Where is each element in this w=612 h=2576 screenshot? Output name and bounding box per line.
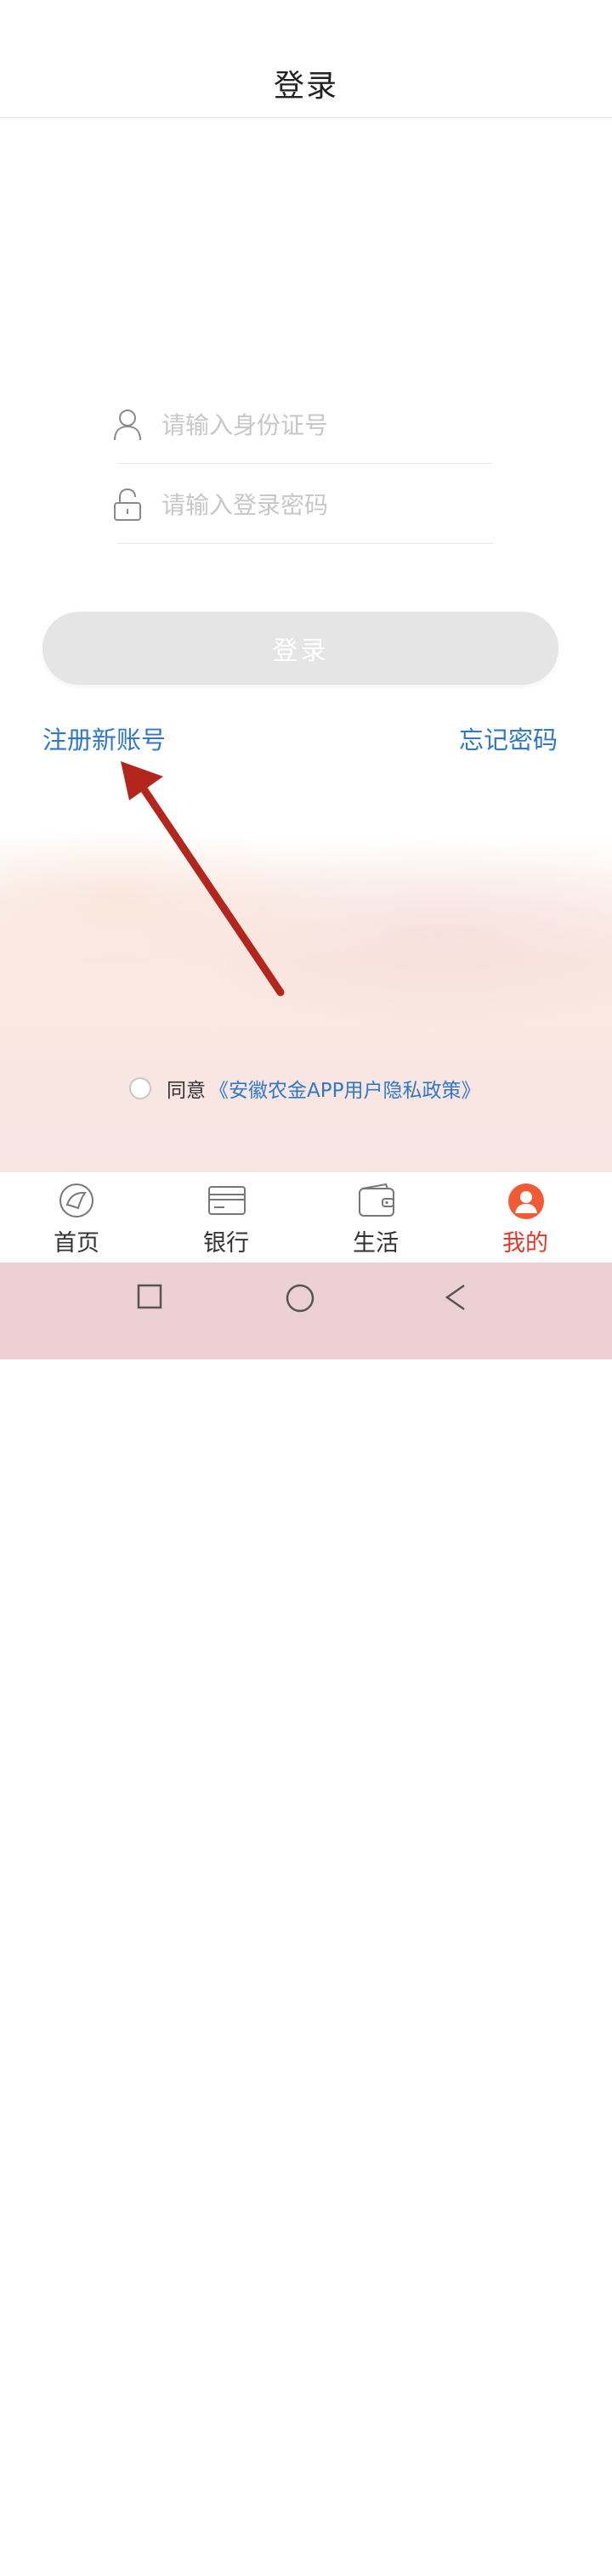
user-icon	[112, 408, 143, 442]
profile-icon	[508, 1183, 544, 1219]
password-field-divider	[117, 543, 493, 544]
id-field-divider	[117, 463, 493, 464]
annotation-arrow-icon	[121, 761, 285, 997]
tab-bank[interactable]: 银行	[150, 1172, 303, 1263]
card-icon	[208, 1186, 246, 1215]
password-field	[110, 476, 493, 544]
tab-mine-label: 我的	[502, 1230, 548, 1257]
lock-icon	[112, 488, 143, 522]
tab-home[interactable]: 首页	[0, 1172, 153, 1263]
tab-bank-label: 银行	[203, 1230, 249, 1257]
background-haze	[0, 833, 612, 1194]
bottom-tabbar: 首页 银行 生活 我的	[0, 1171, 612, 1263]
privacy-agreement: 同意 《安徽农金APP用户隐私政策》	[129, 1075, 480, 1102]
tab-life-label: 生活	[353, 1230, 399, 1257]
recent-apps-icon[interactable]	[136, 1283, 163, 1310]
system-navigation-bar: Bai经验 jingyan.baidu.com	[0, 1263, 612, 2576]
tab-life[interactable]: 生活	[299, 1172, 452, 1263]
back-icon[interactable]	[442, 1283, 469, 1312]
privacy-policy-link[interactable]: 《安徽农金APP用户隐私政策》	[209, 1074, 480, 1103]
agree-radio[interactable]	[129, 1077, 151, 1099]
wallet-icon	[359, 1183, 394, 1217]
register-link[interactable]: 注册新账号	[42, 720, 166, 756]
header: 登录	[0, 0, 612, 118]
tab-mine[interactable]: 我的	[449, 1172, 602, 1263]
baidu-watermark-url: jingyan.baidu.com	[498, 2564, 592, 2576]
page-title: 登录	[273, 69, 338, 104]
baidu-watermark: Bai经验	[476, 2537, 573, 2567]
tab-home-label: 首页	[54, 1230, 99, 1257]
home-icon	[60, 1183, 94, 1217]
home-button-icon[interactable]	[285, 1283, 315, 1313]
password-input[interactable]	[160, 484, 486, 525]
forgot-password-link[interactable]: 忘记密码	[459, 720, 558, 756]
login-button[interactable]: 登录	[42, 612, 558, 685]
agree-prefix: 同意	[167, 1080, 206, 1102]
id-number-input[interactable]	[160, 404, 486, 445]
id-number-field	[110, 396, 493, 464]
